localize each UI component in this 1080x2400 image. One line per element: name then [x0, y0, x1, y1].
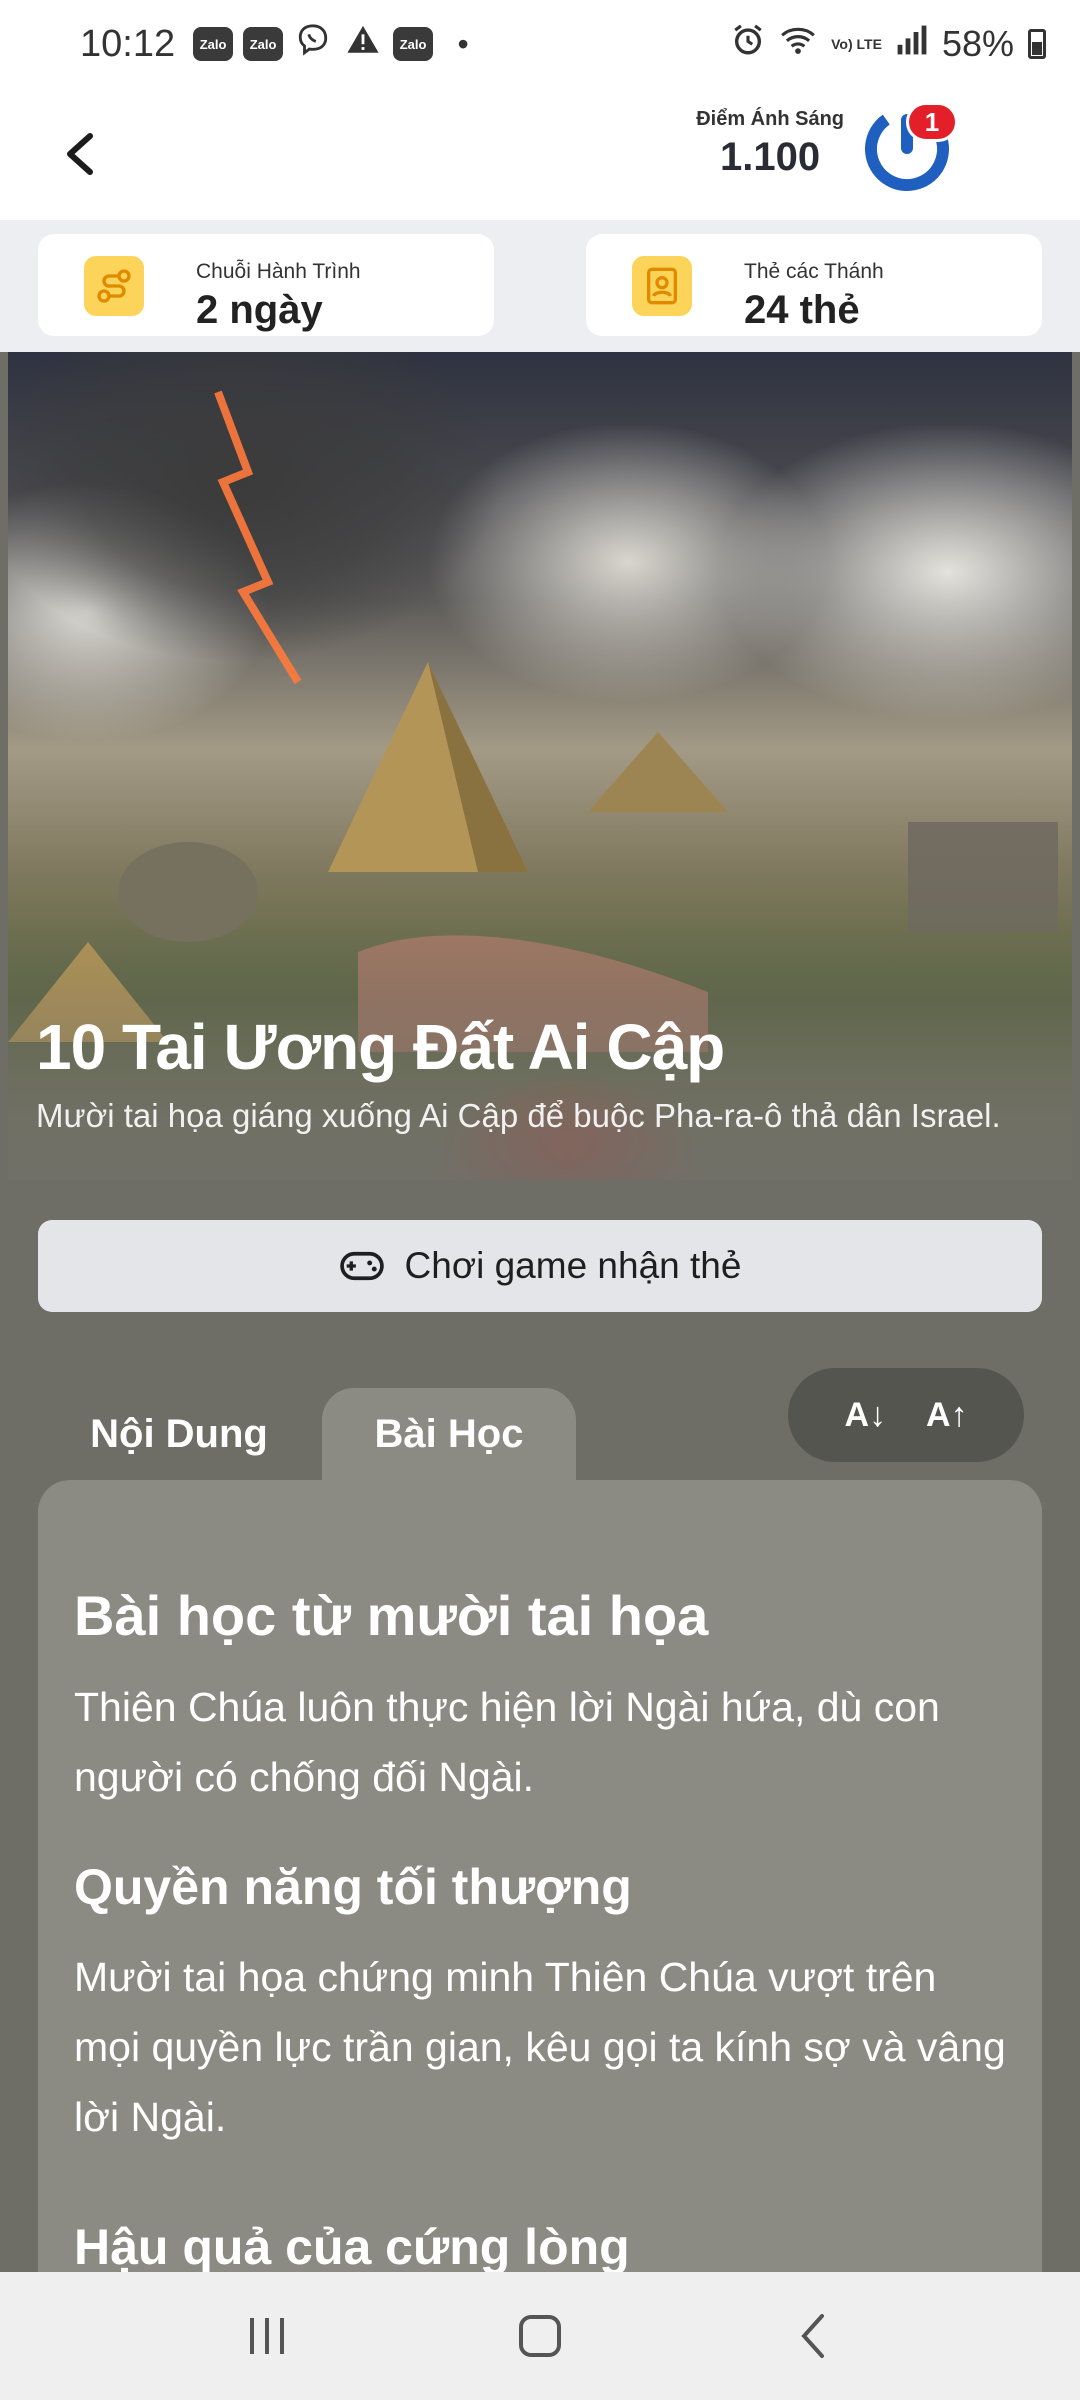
tab-lesson[interactable]: Bài Học [322, 1388, 576, 1480]
home-icon [518, 2315, 561, 2357]
lesson-panel: Bài học từ mười tai họa Thiên Chúa luôn … [38, 1480, 1042, 2280]
points-label: Điểm Ánh Sáng [696, 108, 844, 130]
stats-row: Chuỗi Hành Trình 2 ngày Thẻ các Thánh 24… [0, 220, 1080, 352]
route-icon [84, 256, 144, 316]
contact-book-icon [632, 256, 692, 316]
saints-cards-card[interactable]: Thẻ các Thánh 24 thẻ [586, 234, 1042, 336]
system-nav-bar [0, 2272, 1080, 2400]
decrease-font-button[interactable]: A↓ [844, 1396, 886, 1435]
section-text: Mười tai họa chứng minh Thiên Chúa vượt … [74, 1954, 1006, 2140]
back-icon [801, 2314, 825, 2358]
points-value: 1.100 [720, 135, 821, 179]
back-button[interactable] [50, 124, 110, 184]
system-status: Vo) LTE 58% [731, 23, 1046, 65]
points-display: Điểm Ánh Sáng 1.100 [696, 108, 844, 180]
journey-value: 2 ngày [196, 288, 323, 332]
section-title: Hậu quả của cứng lòng [74, 2219, 630, 2275]
hero-description: Mười tai họa giáng xuống Ai Cập để buộc … [36, 1097, 1001, 1134]
increase-font-button[interactable]: A↑ [926, 1396, 968, 1435]
saints-label: Thẻ các Thánh [744, 260, 884, 283]
font-size-control: A↓ A↑ [788, 1368, 1024, 1462]
chevron-left-icon [67, 133, 93, 175]
section-title: Quyền năng tối thượng [74, 1859, 632, 1915]
notification-icons: Zalo Zalo Zalo • [193, 23, 483, 65]
recents-icon [249, 2318, 284, 2354]
warning-icon [343, 23, 383, 65]
app-header: Điểm Ánh Sáng 1.100 1 [0, 88, 1080, 220]
home-button[interactable] [490, 2296, 590, 2376]
viber-icon [293, 23, 333, 65]
zalo-icon: Zalo [193, 27, 234, 61]
hero-title: 10 Tai Ương Đất Ai Cập [36, 1011, 725, 1083]
lesson-heading: Bài học từ mười tai họa [74, 1584, 709, 1647]
wifi-icon [779, 23, 817, 65]
battery-icon [1028, 29, 1046, 59]
zalo-icon: Zalo [243, 27, 284, 61]
lesson-intro: Thiên Chúa luôn thực hiện lời Ngài hứa, … [74, 1684, 940, 1800]
network-type: Vo) LTE [831, 36, 882, 52]
signal-icon [896, 25, 928, 63]
status-time: 10:12 [80, 22, 176, 65]
status-bar: 10:12 Zalo Zalo Zalo • Vo) LTE 58% [0, 0, 1080, 88]
journey-label: Chuỗi Hành Trình [196, 260, 361, 283]
dot-icon: • [457, 25, 469, 62]
play-game-label: Chơi game nhận thẻ [404, 1245, 742, 1286]
recent-apps-button[interactable] [217, 2296, 317, 2376]
play-game-button[interactable]: Chơi game nhận thẻ [38, 1220, 1042, 1312]
alarm-icon [731, 23, 765, 65]
journey-streak-card[interactable]: Chuỗi Hành Trình 2 ngày [38, 234, 494, 336]
zalo-icon: Zalo [393, 27, 434, 61]
battery-percent: 58% [941, 23, 1014, 64]
gamepad-icon [339, 1251, 384, 1281]
system-back-button[interactable] [763, 2296, 863, 2376]
saints-value: 24 thẻ [744, 288, 860, 332]
tab-content[interactable]: Nội Dung [64, 1388, 294, 1480]
notification-badge: 1 [906, 102, 958, 142]
